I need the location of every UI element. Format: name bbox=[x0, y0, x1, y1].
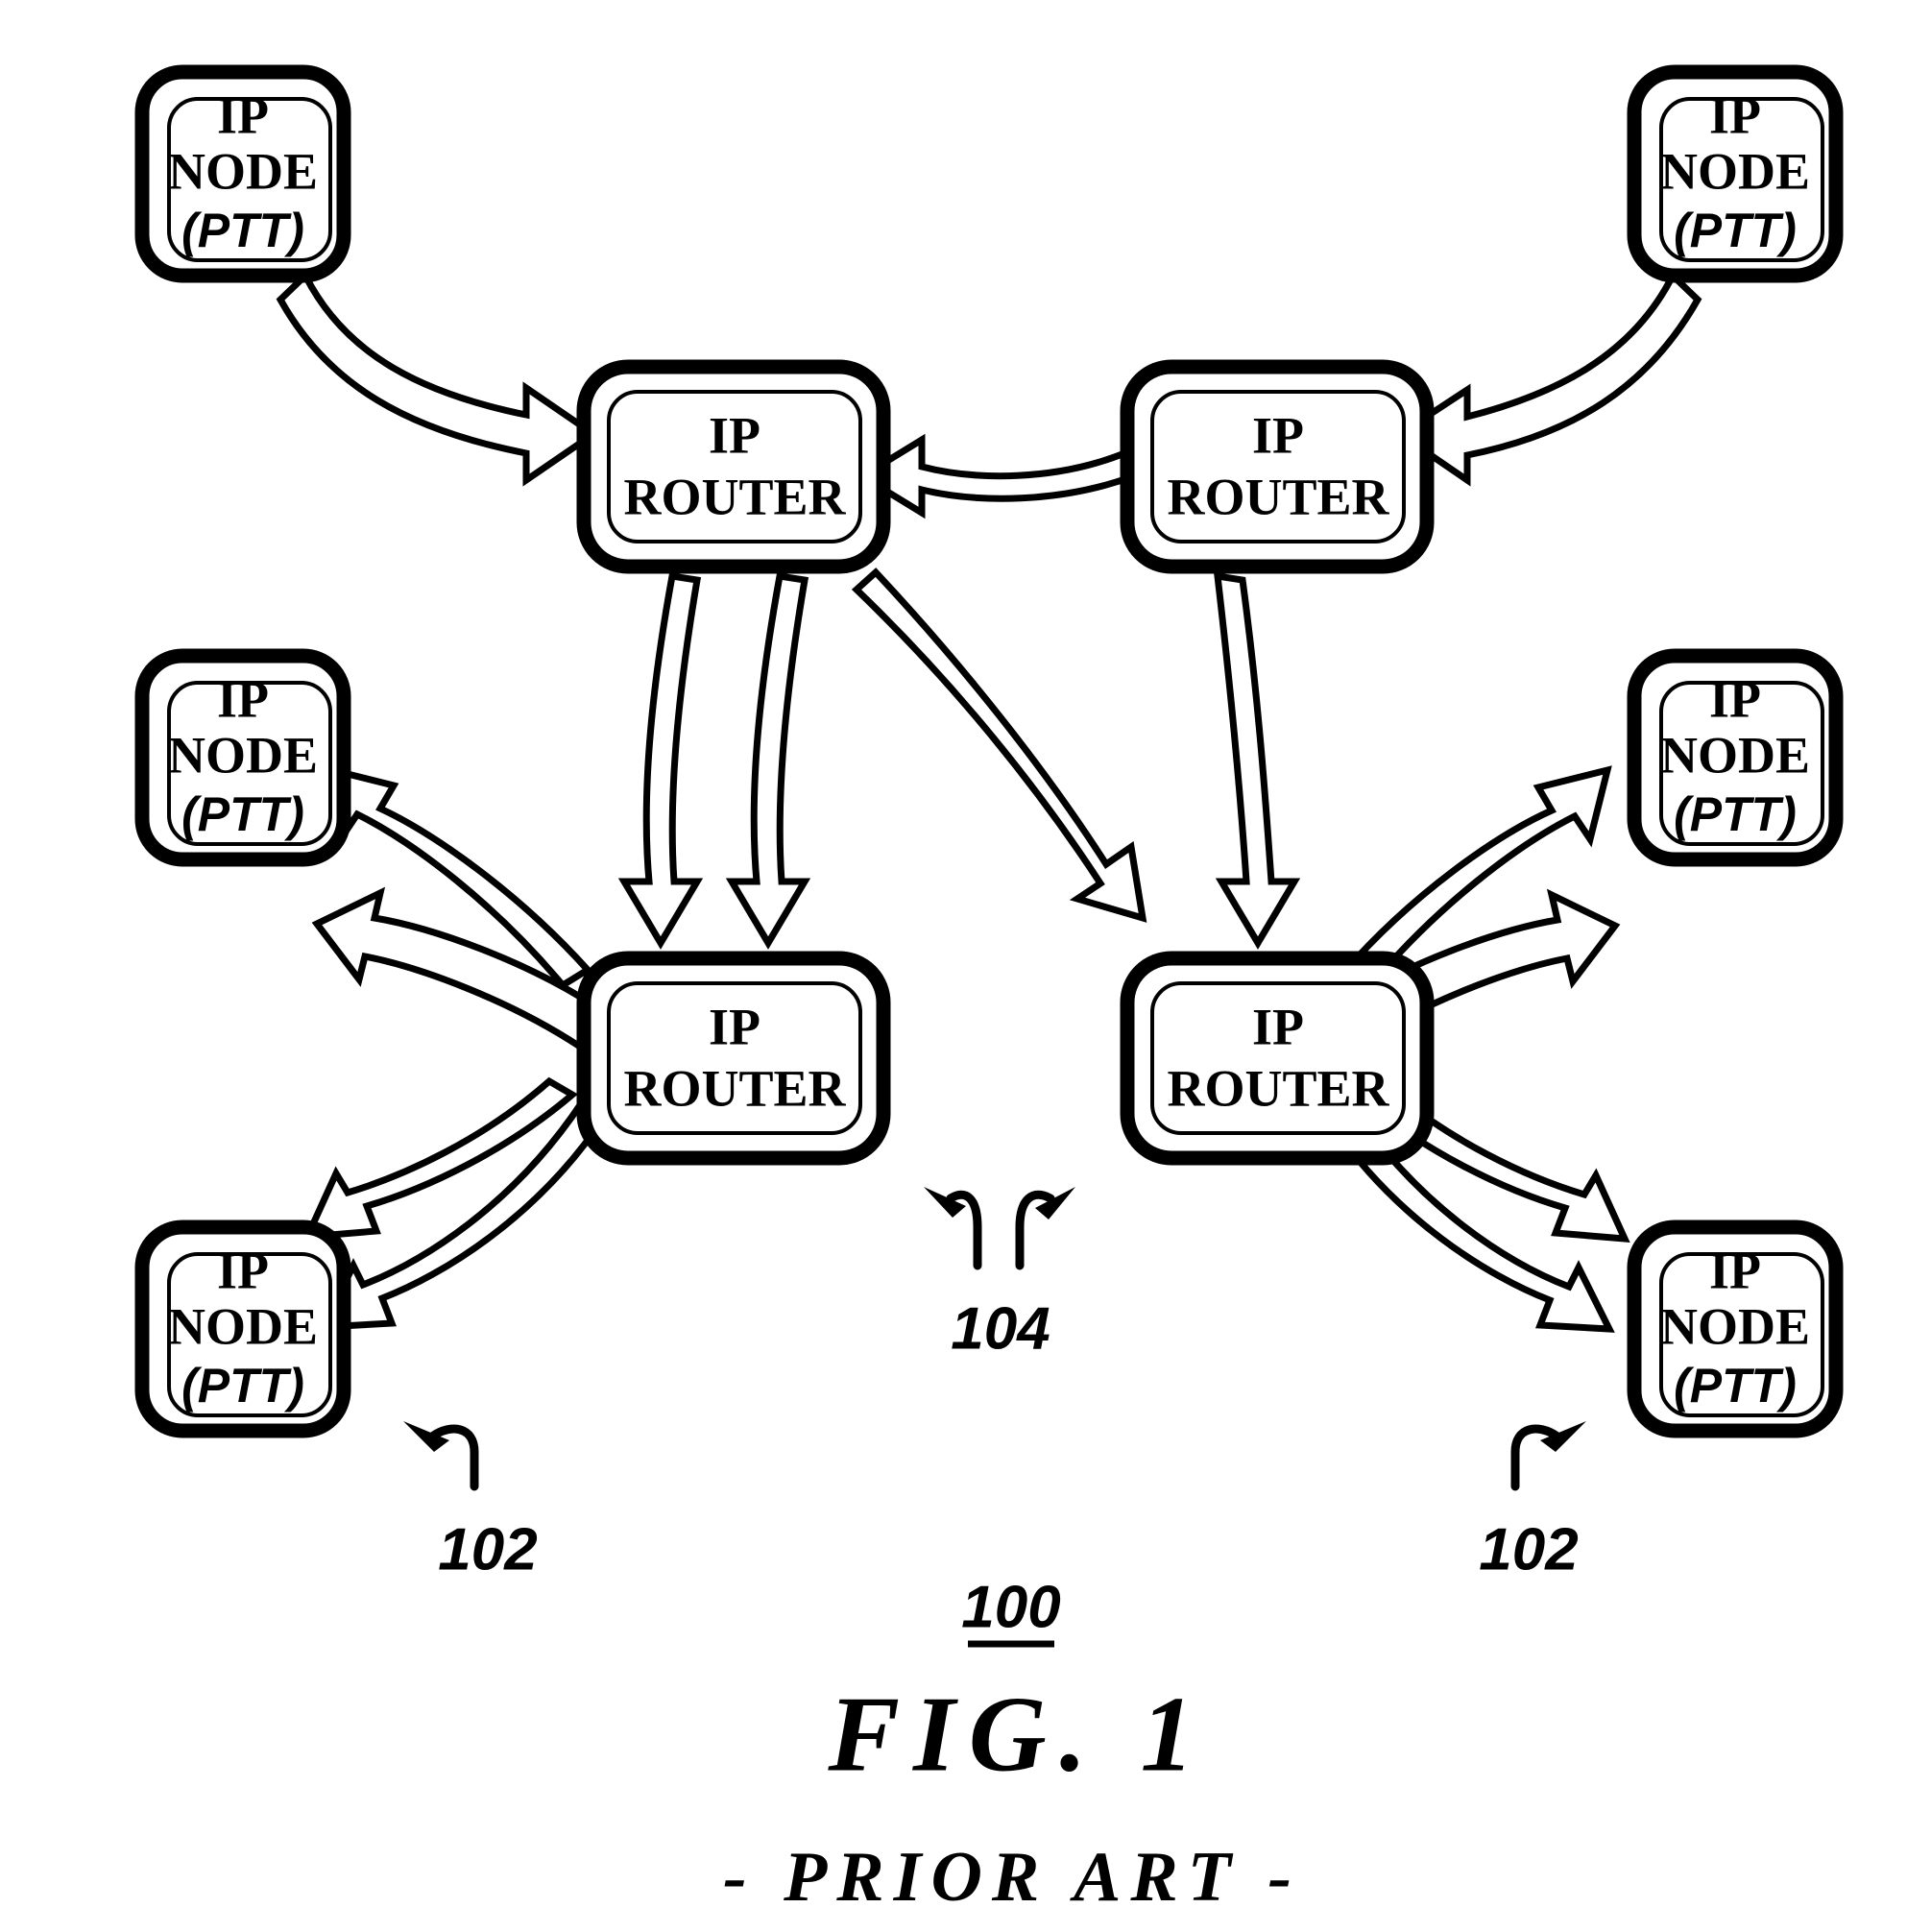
node-top-right[interactable]: IP NODE (PTT) bbox=[1627, 64, 1844, 283]
node-bottom-right-line2: NODE bbox=[1660, 1297, 1810, 1355]
router-lower-left-line2: ROUTER bbox=[623, 1059, 846, 1117]
node-bottom-left[interactable]: IP NODE (PTT) bbox=[134, 1220, 351, 1438]
arrow-node-top-left-to-router-upper-left bbox=[276, 270, 600, 487]
node-mid-right-line1: IP bbox=[1709, 670, 1761, 728]
router-upper-left[interactable]: IP ROUTER bbox=[576, 359, 891, 574]
patent-figure-page: IP NODE (PTT) IP NODE (PTT) IP ROUTER IP… bbox=[0, 0, 1931, 1932]
node-mid-left-line3: (PTT) bbox=[181, 787, 304, 841]
router-lower-right-line1: IP bbox=[1252, 998, 1304, 1055]
node-top-right-line1: IP bbox=[1709, 86, 1761, 144]
arrow-node-top-right-to-router-upper-right bbox=[1393, 270, 1702, 487]
arrow-router-upper-right-to-router-upper-left bbox=[856, 433, 1137, 519]
router-upper-right-line1: IP bbox=[1252, 406, 1304, 464]
node-mid-left-line1: IP bbox=[217, 670, 269, 728]
router-lower-right[interactable]: IP ROUTER bbox=[1120, 951, 1435, 1166]
node-mid-right-line2: NODE bbox=[1660, 726, 1810, 784]
ref-102-right-label: 102 bbox=[1479, 1516, 1578, 1582]
node-bottom-left-line1: IP bbox=[217, 1242, 269, 1299]
node-bottom-right-line3: (PTT) bbox=[1674, 1359, 1797, 1413]
node-mid-right-line3: (PTT) bbox=[1674, 787, 1797, 841]
node-mid-left[interactable]: IP NODE (PTT) bbox=[134, 648, 351, 867]
router-lower-left-line1: IP bbox=[709, 998, 760, 1055]
router-upper-left-line2: ROUTER bbox=[623, 468, 846, 525]
router-lower-left[interactable]: IP ROUTER bbox=[576, 951, 891, 1166]
router-upper-left-line1: IP bbox=[709, 406, 760, 464]
figure-subcaption: - PRIOR ART - bbox=[723, 1838, 1301, 1917]
arrow-router-upper-left-to-router-lower-left-b bbox=[725, 572, 811, 950]
router-lower-right-line2: ROUTER bbox=[1167, 1059, 1389, 1117]
router-upper-right-line2: ROUTER bbox=[1167, 468, 1389, 525]
node-bottom-right-line1: IP bbox=[1709, 1242, 1761, 1299]
arrow-router-upper-left-to-router-lower-left-a bbox=[617, 572, 704, 950]
node-top-left[interactable]: IP NODE (PTT) bbox=[134, 64, 351, 283]
figure-canvas: IP NODE (PTT) IP NODE (PTT) IP ROUTER IP… bbox=[134, 64, 1844, 1917]
node-mid-left-line2: NODE bbox=[168, 726, 318, 784]
node-bottom-right[interactable]: IP NODE (PTT) bbox=[1627, 1220, 1844, 1438]
node-bottom-left-line2: NODE bbox=[168, 1297, 318, 1355]
ref-102-left-label: 102 bbox=[438, 1516, 537, 1582]
arrow-router-lower-left-to-node-bottom-left bbox=[302, 1076, 579, 1241]
arrow-router-upper-right-to-router-lower-right bbox=[1213, 571, 1301, 950]
node-mid-right[interactable]: IP NODE (PTT) bbox=[1627, 648, 1844, 867]
figure-caption: FIG. 1 bbox=[827, 1676, 1207, 1795]
arrow-router-upper-left-to-router-lower-right bbox=[851, 568, 1147, 923]
node-top-right-line2: NODE bbox=[1660, 142, 1810, 200]
leader-102-right bbox=[1510, 1421, 1586, 1491]
node-top-right-line3: (PTT) bbox=[1674, 204, 1797, 257]
router-upper-right[interactable]: IP ROUTER bbox=[1120, 359, 1435, 574]
leader-104 bbox=[924, 1187, 1075, 1270]
figure-number-label: 100 bbox=[961, 1574, 1060, 1640]
ref-104-label: 104 bbox=[951, 1295, 1050, 1362]
leader-102-left bbox=[403, 1421, 479, 1491]
node-top-left-line1: IP bbox=[217, 86, 269, 144]
node-bottom-left-line3: (PTT) bbox=[181, 1359, 304, 1413]
node-top-left-line2: NODE bbox=[168, 142, 318, 200]
node-top-left-line3: (PTT) bbox=[181, 204, 304, 257]
